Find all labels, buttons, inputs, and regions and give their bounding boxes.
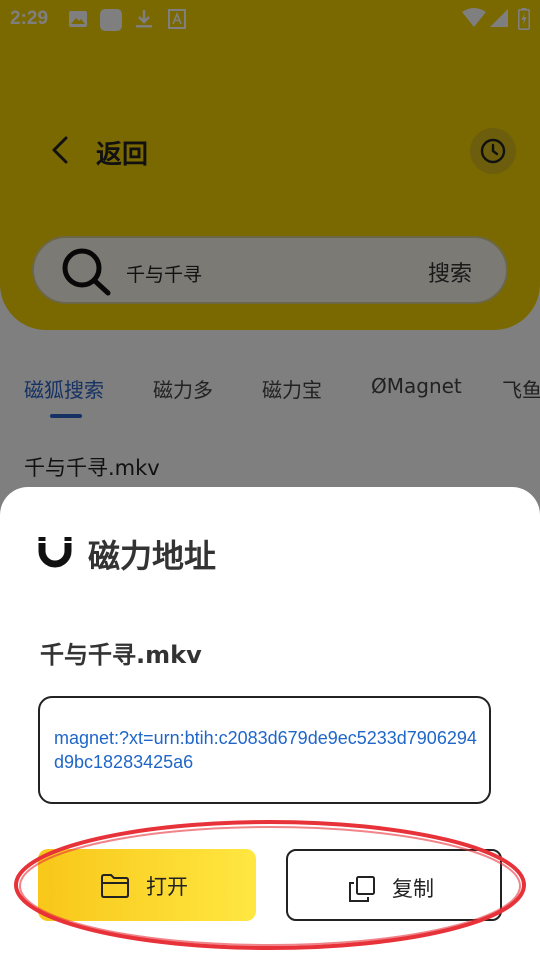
open-button[interactable]: 打开 (38, 849, 256, 921)
copy-button-label: 复制 (392, 877, 434, 901)
sheet-title: 磁力地址 (88, 537, 217, 575)
magnet-bottom-sheet: 磁力地址 千与千寻.mkv magnet:?xt=urn:btih:c2083d… (0, 487, 540, 960)
magnet-link[interactable]: magnet:?xt=urn:btih:c2083d679de9ec5233d7… (54, 726, 478, 774)
copy-button[interactable]: 复制 (286, 849, 502, 921)
magnet-link-box[interactable]: magnet:?xt=urn:btih:c2083d679de9ec5233d7… (38, 696, 491, 804)
copy-icon (348, 875, 376, 907)
open-button-label: 打开 (146, 875, 188, 899)
magnet-icon (38, 537, 72, 573)
file-name: 千与千寻.mkv (40, 641, 202, 669)
folder-icon (100, 873, 130, 903)
